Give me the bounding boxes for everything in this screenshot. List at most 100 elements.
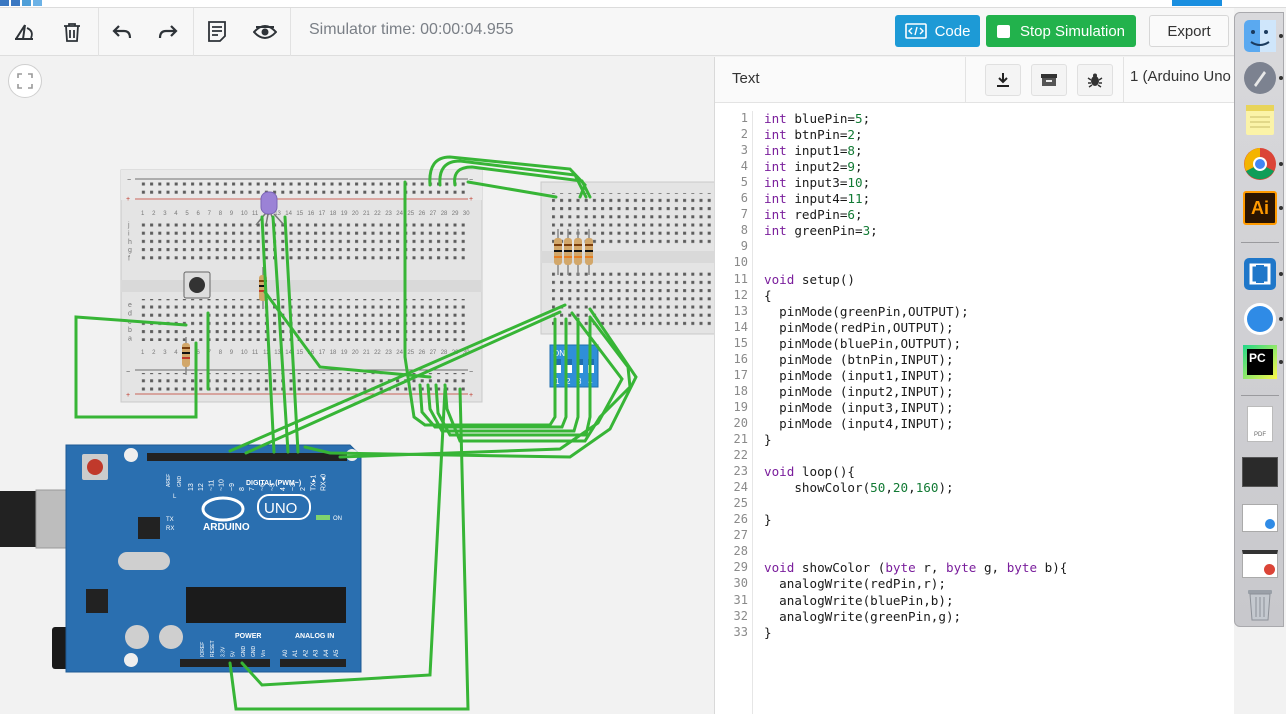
arduino-pin-label: A0 <box>283 649 289 657</box>
breadboard-column-label: 26 <box>419 350 426 356</box>
code-line[interactable]: void loop(){ <box>764 464 855 479</box>
rotate-button[interactable] <box>9 16 41 48</box>
code-line[interactable]: } <box>764 432 772 447</box>
strip-icon-3 <box>22 0 31 6</box>
arduino-pin-label: A4 <box>324 649 330 657</box>
browser-strip <box>0 0 1286 8</box>
line-number: 7 <box>740 207 748 222</box>
window-dock-item[interactable] <box>1241 545 1279 583</box>
notes-button[interactable] <box>201 16 233 48</box>
line-number-gutter: 1 2 3 4 5 6 7 8 9 10 11 12 13 14 15 16 17 18 19 20 21 22 23 24 2… <box>715 111 753 714</box>
code-line[interactable]: int btnPin=2; <box>764 127 863 142</box>
arduino-pin-label: RX◂0 <box>321 474 328 491</box>
running-indicator <box>1279 272 1283 276</box>
export-button[interactable]: Export <box>1149 15 1229 47</box>
circuit-canvas[interactable]: − + − + − + − + 112233445566778899101011… <box>0 57 714 714</box>
arduino-pin-label: A2 <box>303 649 309 657</box>
code-line[interactable]: { <box>764 288 772 303</box>
launchpad-dock-item[interactable] <box>1241 59 1283 97</box>
code-line[interactable]: analogWrite(greenPin,g); <box>764 609 961 624</box>
redo-button[interactable] <box>152 16 184 48</box>
trash-icon <box>64 23 80 42</box>
code-button[interactable]: Code <box>895 15 980 47</box>
line-number: 21 <box>733 432 748 446</box>
delete-button[interactable] <box>56 16 88 48</box>
breadboard-column-label: 18 <box>330 350 337 356</box>
code-line[interactable]: } <box>764 512 772 527</box>
arduino-pin-label: A3 <box>314 649 320 657</box>
breadboard-column-label: 27 <box>430 211 437 217</box>
code-line[interactable]: pinMode(redPin,OUTPUT); <box>764 320 953 335</box>
code-line[interactable]: analogWrite(redPin,r); <box>764 576 946 591</box>
code-line[interactable]: } <box>764 625 772 640</box>
code-line[interactable]: pinMode (input3,INPUT); <box>764 400 953 415</box>
breadboard-column-label: 11 <box>252 211 259 217</box>
code-line[interactable]: pinMode (input4,INPUT); <box>764 416 953 431</box>
redo-icon <box>158 25 178 39</box>
code-line[interactable]: pinMode (input1,INPUT); <box>764 368 953 383</box>
arduino-pin-label: 5V <box>231 650 237 657</box>
brackets-dock-item[interactable] <box>1241 255 1283 293</box>
pycharm-icon: PC <box>1243 345 1277 379</box>
code-line[interactable]: pinMode(greenPin,OUTPUT); <box>764 304 969 319</box>
arduino-pin-label: 7 <box>249 487 256 491</box>
code-line[interactable]: pinMode(bluePin,OUTPUT); <box>764 336 961 351</box>
breadboard-main[interactable] <box>120 169 483 403</box>
trash-dock-item[interactable] <box>1241 585 1279 623</box>
code-line[interactable]: void setup() <box>764 272 855 287</box>
arduino-pin-label: 12 <box>198 483 205 491</box>
running-indicator <box>1279 206 1283 210</box>
code-line[interactable]: analogWrite(bluePin,b); <box>764 593 953 608</box>
line-number: 19 <box>733 399 748 414</box>
download-code-button[interactable] <box>985 64 1021 96</box>
breadboard-column-label: 17 <box>319 211 326 217</box>
line-number: 20 <box>733 415 748 430</box>
arduino-pin-label: IOREF <box>200 642 206 657</box>
code-panel: Text 1 (Arduino Uno 1 2 3 4 5 6 7 8 9 10 11 12 13 14 1… <box>714 57 1234 714</box>
code-line[interactable]: int redPin=6; <box>764 207 863 222</box>
code-line[interactable]: showColor(50,20,160); <box>764 480 953 495</box>
code-line[interactable]: int input4=11; <box>764 191 870 206</box>
chrome-dock-item[interactable] <box>1241 145 1283 183</box>
device-select[interactable]: 1 (Arduino Uno <box>1130 68 1231 85</box>
screenshot-icon <box>1242 457 1278 487</box>
code-line[interactable]: int greenPin=3; <box>764 223 878 238</box>
code-line[interactable]: void showColor (byte r, byte g, byte b){ <box>764 560 1067 575</box>
code-line[interactable]: int input1=8; <box>764 143 863 158</box>
line-number: 11 <box>733 271 748 286</box>
editor-mode-select[interactable]: Text <box>732 70 760 87</box>
code-editor[interactable]: 1 2 3 4 5 6 7 8 9 10 11 12 13 14 15 16 17 18 19 20 21 22 23 24 2… <box>715 111 1234 714</box>
library-button[interactable] <box>1031 64 1067 96</box>
breadboard-column-label: 20 <box>352 211 359 217</box>
preview-dock-item[interactable] <box>1241 499 1279 537</box>
notes-dock-item[interactable] <box>1241 101 1279 139</box>
power-label: POWER <box>235 633 261 640</box>
line-number: 25 <box>733 496 748 511</box>
code-line[interactable]: pinMode (btnPin,INPUT); <box>764 352 953 367</box>
code-button-label: Code <box>934 22 971 40</box>
push-button[interactable] <box>183 271 211 299</box>
stop-simulation-label: Stop Simulation <box>1019 22 1126 40</box>
pdf-dock-item[interactable]: PDF <box>1241 405 1279 443</box>
strip-active-tab[interactable] <box>1172 0 1222 6</box>
code-line[interactable]: int input3=10; <box>764 175 870 190</box>
stop-simulation-button[interactable]: Stop Simulation <box>986 15 1136 47</box>
debugger-button[interactable] <box>1077 64 1113 96</box>
visibility-button[interactable] <box>249 16 281 48</box>
line-number: 12 <box>733 287 748 302</box>
finder-dock-item[interactable] <box>1241 17 1283 55</box>
arduino-model: UNO <box>264 500 297 517</box>
line-number: 16 <box>733 351 748 366</box>
line-number: 10 <box>733 255 748 270</box>
safari-dock-item[interactable] <box>1241 300 1283 338</box>
code-line[interactable]: int input2=9; <box>764 159 863 174</box>
breadboard-row-label: h <box>128 239 132 246</box>
code-line[interactable]: int bluePin=5; <box>764 111 870 126</box>
screenshot-dock-item[interactable] <box>1241 453 1279 491</box>
dock-divider <box>1241 395 1279 396</box>
illustrator-dock-item[interactable]: Ai <box>1241 189 1283 227</box>
notes-icon <box>208 21 226 42</box>
code-line[interactable]: pinMode (input2,INPUT); <box>764 384 953 399</box>
undo-button[interactable] <box>106 16 138 48</box>
pycharm-dock-item[interactable]: PC <box>1241 343 1283 381</box>
